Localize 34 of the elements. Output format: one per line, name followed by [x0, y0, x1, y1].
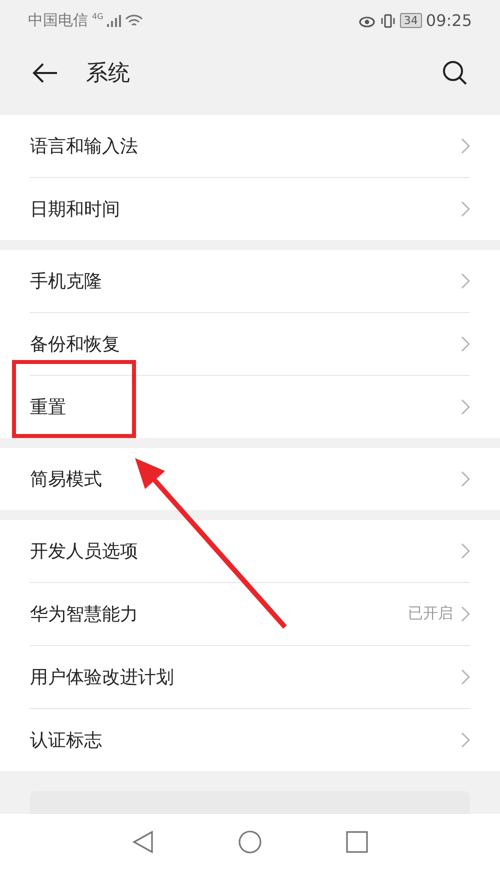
settings-item[interactable]: 开发人员选项	[30, 520, 470, 583]
search-icon[interactable]	[442, 60, 468, 86]
settings-item[interactable]: 语言和输入法	[30, 114, 470, 178]
chevron-icon	[461, 732, 470, 748]
back-arrow-icon[interactable]	[32, 62, 58, 84]
network-type: 4G	[92, 12, 104, 21]
back-icon[interactable]	[132, 830, 154, 854]
page-title: 系统	[86, 60, 130, 88]
recents-icon[interactable]	[346, 831, 368, 854]
chevron-icon	[461, 398, 470, 415]
settings-item[interactable]: 华为智慧能力 已开启	[30, 582, 470, 646]
settings-item[interactable]: 备份和恢复	[30, 312, 470, 376]
signal-icon	[107, 14, 122, 27]
settings-item[interactable]: 重置	[30, 376, 470, 438]
chevron-icon	[461, 200, 470, 217]
chevron-icon	[461, 606, 470, 622]
chevron-icon	[461, 272, 470, 289]
settings-item[interactable]: 手机克隆	[30, 250, 470, 313]
status-value: 已开启	[408, 604, 453, 624]
chevron-icon	[461, 138, 470, 154]
clock-time: 09:25	[426, 11, 472, 30]
chevron-icon	[461, 336, 470, 352]
settings-item[interactable]: 认证标志	[30, 708, 470, 771]
wifi-icon	[125, 14, 144, 28]
home-icon[interactable]	[238, 830, 262, 854]
settings-item[interactable]: 用户体验改进计划	[30, 646, 470, 709]
eye-icon	[358, 14, 376, 28]
battery-indicator: 34	[400, 13, 422, 28]
vibrate-icon	[380, 12, 396, 29]
chevron-icon	[461, 668, 470, 685]
carrier-name: 中国电信	[28, 11, 88, 30]
chevron-icon	[461, 542, 470, 559]
settings-item[interactable]: 日期和时间	[30, 178, 470, 240]
chevron-icon	[461, 470, 470, 487]
